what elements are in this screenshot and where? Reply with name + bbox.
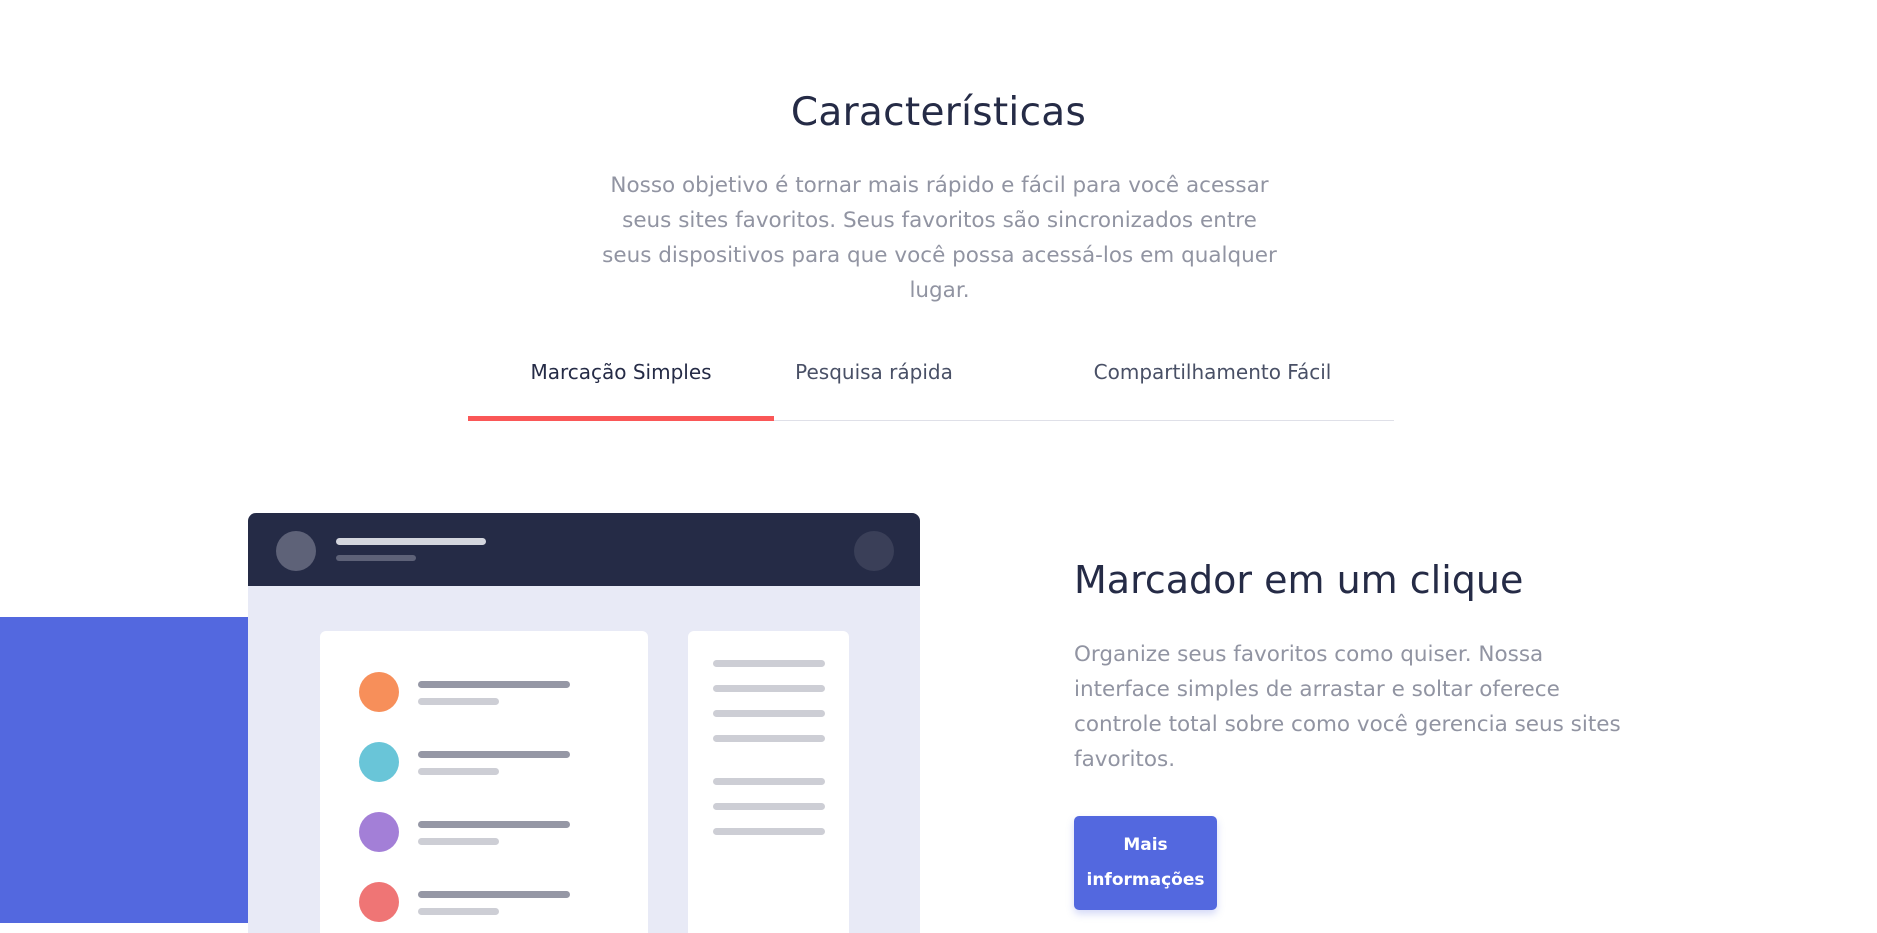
folder-line [713, 828, 825, 835]
feature-panel-title: Marcador em um clique [1074, 558, 1524, 602]
feature-panel-description: Organize seus favoritos como quiser. Nos… [1074, 642, 1621, 772]
avatar-icon [276, 531, 316, 571]
bookmark-dot-icon [359, 742, 399, 782]
folder-line [713, 685, 825, 692]
more-info-button[interactable]: Mais informações [1074, 816, 1217, 910]
tab-easy-sharing[interactable]: Compartilhamento Fácil [1068, 340, 1357, 420]
folder-list-card [688, 631, 849, 933]
illustration-header [248, 513, 920, 586]
folder-line [713, 710, 825, 717]
folder-line [713, 778, 825, 785]
bookmark-url-line [418, 698, 499, 705]
folder-line [713, 735, 825, 742]
tab-simple-bookmarking[interactable]: Marcação Simples [468, 340, 774, 421]
bookmark-list-card [320, 631, 648, 933]
bookmark-url-line [418, 768, 499, 775]
bookmark-dot-icon [359, 882, 399, 922]
header-title-line [336, 538, 486, 545]
bookmark-dot-icon [359, 672, 399, 712]
bookmark-url-line [418, 908, 499, 915]
bookmark-title-line [418, 821, 570, 828]
bookmark-url-line [418, 838, 499, 845]
bookmark-illustration [248, 513, 920, 933]
bookmark-dot-icon [359, 812, 399, 852]
bookmark-title-line [418, 751, 570, 758]
tab-speedy-searching[interactable]: Pesquisa rápida [774, 340, 974, 420]
decorative-blue-background [0, 617, 248, 923]
bookmark-title-line [418, 681, 570, 688]
section-intro: Nosso objetivo é tornar mais rápido e fá… [602, 173, 1277, 303]
header-subtitle-line [336, 555, 416, 561]
menu-dot-icon [854, 531, 894, 571]
section-title: Características [790, 90, 1087, 135]
feature-tabs: Marcação Simples Pesquisa rápida Compart… [468, 340, 1394, 421]
folder-line [713, 803, 825, 810]
bookmark-title-line [418, 891, 570, 898]
folder-line [713, 660, 825, 667]
